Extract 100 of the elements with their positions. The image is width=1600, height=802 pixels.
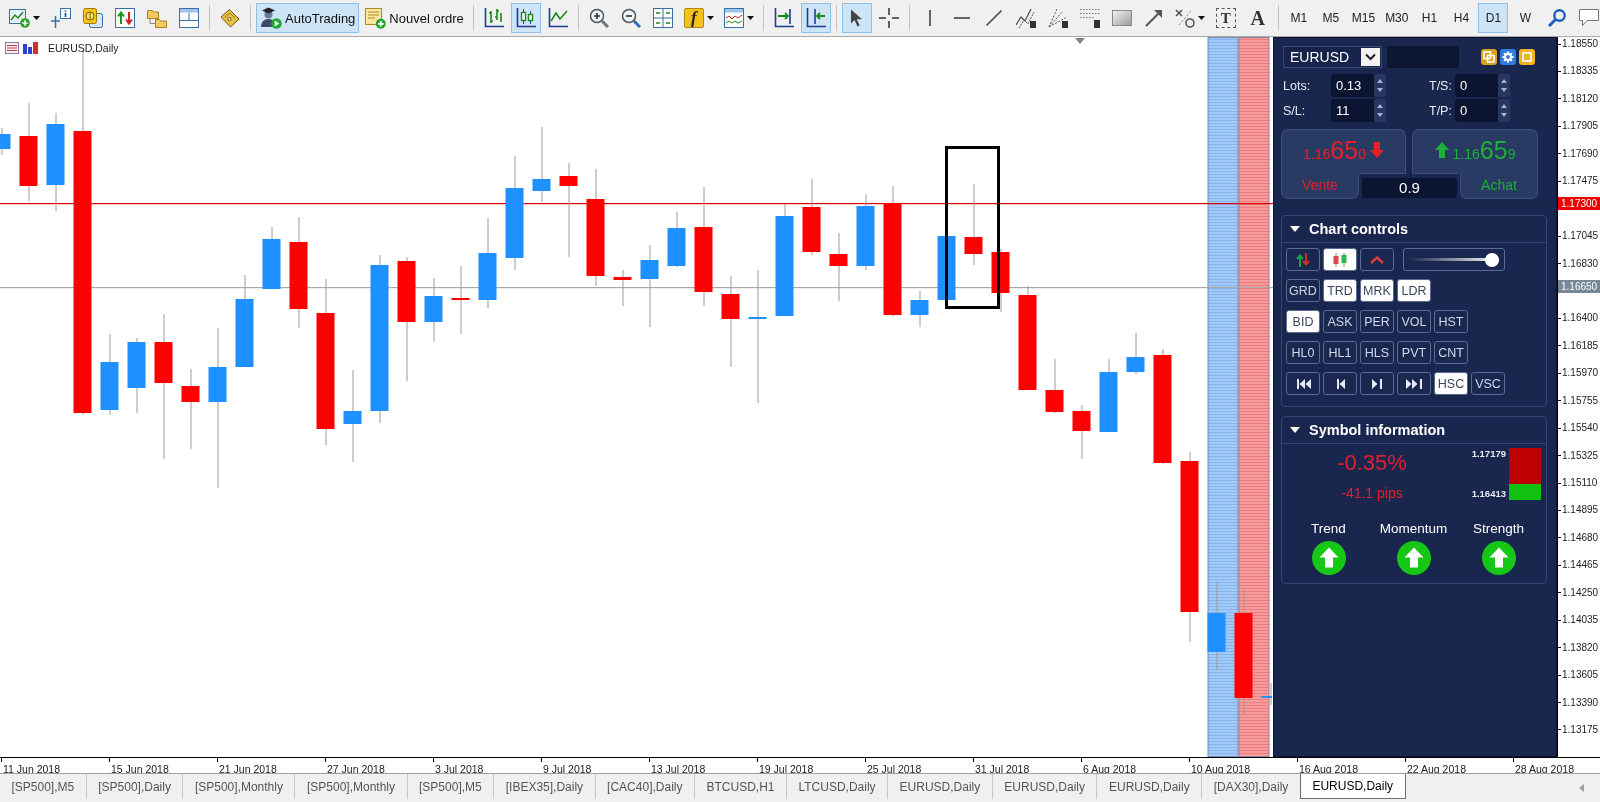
toggle-button[interactable]: VSC xyxy=(1471,372,1505,395)
timeframe-button[interactable]: M1 xyxy=(1283,3,1314,33)
toggle-button[interactable]: LDR xyxy=(1397,279,1431,302)
toggle-button[interactable]: PER xyxy=(1360,310,1394,333)
chart-tab[interactable]: [SP500],M5 xyxy=(0,774,87,799)
view-toggle-button[interactable] xyxy=(1360,248,1394,271)
stepper-icon[interactable] xyxy=(1498,74,1510,97)
slider-thumb[interactable] xyxy=(1485,252,1499,267)
timeframe-button[interactable]: M15 xyxy=(1347,3,1380,33)
toggle-button[interactable]: HL0 xyxy=(1286,341,1320,364)
cursor-button[interactable] xyxy=(841,3,872,33)
navigation-button[interactable] xyxy=(1360,372,1394,395)
toggle-button[interactable]: TRD xyxy=(1323,279,1357,302)
number-field[interactable]: 0 xyxy=(1455,99,1498,122)
bullish-candle xyxy=(1261,682,1272,706)
chart-tab[interactable]: EURUSD,Daily xyxy=(888,774,993,799)
chart-tab[interactable]: EURUSD,Daily xyxy=(992,774,1098,799)
indicators-button[interactable]: f xyxy=(679,3,718,33)
vertical-line-icon xyxy=(928,10,931,26)
timeframe-button[interactable]: D1 xyxy=(1478,3,1509,33)
symbol-select[interactable]: EURUSD xyxy=(1283,46,1382,68)
stepper-icon[interactable] xyxy=(1498,99,1510,122)
chart-tab[interactable]: BTCUSD,H1 xyxy=(694,774,787,799)
toggle-button[interactable]: BID xyxy=(1286,310,1320,333)
slider-track[interactable] xyxy=(1403,248,1505,271)
window-icon xyxy=(179,8,199,28)
chat-icon xyxy=(1579,9,1600,27)
auto-scroll-button[interactable] xyxy=(800,3,831,33)
section-header[interactable]: Symbol information xyxy=(1282,417,1546,444)
chart-tab[interactable]: [SP500],Monthly xyxy=(183,774,296,799)
fan-lines-icon xyxy=(1047,8,1068,28)
timeframe-button[interactable]: M5 xyxy=(1315,3,1346,33)
buy-label-tab[interactable]: Achat xyxy=(1460,174,1538,199)
price-label: 1.13175 xyxy=(1558,723,1600,736)
stepper-icon[interactable] xyxy=(1374,74,1386,97)
settings-icon[interactable] xyxy=(1500,49,1516,65)
buy-button[interactable]: 1.16659 xyxy=(1412,129,1538,174)
copy-icon[interactable] xyxy=(1481,49,1497,65)
number-field[interactable]: 0.13 xyxy=(1331,74,1374,97)
toggle-button[interactable]: CNT xyxy=(1434,341,1468,364)
timeframe-button[interactable]: H4 xyxy=(1446,3,1477,33)
price-level-marker: 1.17300 xyxy=(1558,196,1600,210)
chart-plus-icon xyxy=(9,8,30,28)
price-label: 1.18120 xyxy=(1558,92,1600,105)
new-order-button[interactable]: Nouvel ordre xyxy=(361,3,468,33)
chart-tab[interactable]: [SP500],Monthly xyxy=(295,774,408,799)
date-label: 25 Jul 2018 xyxy=(867,762,922,776)
spread-display: 0.9 xyxy=(1362,178,1457,198)
text-box-button[interactable]: T xyxy=(1210,3,1241,33)
caret-up-icon xyxy=(1370,255,1384,264)
timeframe-button[interactable]: H1 xyxy=(1414,3,1445,33)
navigation-button[interactable] xyxy=(1286,372,1320,395)
crosshair-info-icon xyxy=(51,8,71,28)
timeframe-button[interactable]: M30 xyxy=(1381,3,1413,33)
caret-down-icon xyxy=(1197,16,1205,20)
chart-tab[interactable]: EURUSD,Daily xyxy=(1299,774,1406,799)
chart-tab[interactable]: [SP500],M5 xyxy=(407,774,495,799)
chart-tab[interactable]: [CAC40],Daily xyxy=(595,774,695,799)
chart-tab[interactable]: LTCUSD,Daily xyxy=(787,774,889,799)
maximize-icon[interactable] xyxy=(1519,49,1535,65)
price-label: 1.13820 xyxy=(1558,641,1600,654)
number-field[interactable]: 0 xyxy=(1455,74,1498,97)
bearish-candle xyxy=(451,265,470,335)
tag-icon xyxy=(220,8,240,28)
date-label: 11 Jun 2018 xyxy=(3,762,61,776)
timeframe-button[interactable]: W xyxy=(1510,3,1541,33)
stepper-icon[interactable] xyxy=(1374,99,1386,122)
toggle-button[interactable]: ASK xyxy=(1323,310,1357,333)
autotrading-button[interactable]: AutoTrading xyxy=(256,3,360,33)
candlestick-button[interactable] xyxy=(510,3,541,33)
chevron-down-icon xyxy=(1361,48,1380,66)
chart-tab[interactable]: [SP500],Daily xyxy=(86,774,184,799)
date-label: 19 Jul 2018 xyxy=(759,762,814,776)
chart-tab[interactable]: [IBEX35],Daily xyxy=(494,774,596,799)
toggle-button[interactable]: HST xyxy=(1434,310,1468,333)
text-label-button[interactable]: A xyxy=(1242,3,1273,33)
navigation-button[interactable] xyxy=(1397,372,1431,395)
tile-windows-icon xyxy=(652,8,673,28)
price-label: 1.17690 xyxy=(1558,147,1600,160)
view-toggle-button[interactable] xyxy=(1286,248,1320,271)
navigation-button[interactable] xyxy=(1323,372,1357,395)
toggle-button[interactable]: HSC xyxy=(1434,372,1468,395)
folders-icon xyxy=(147,8,167,28)
section-header[interactable]: Chart controls xyxy=(1282,216,1546,243)
range-high: 1.17179 xyxy=(1471,448,1506,460)
toggle-button[interactable]: VOL xyxy=(1397,310,1431,333)
bearish-candle xyxy=(613,269,632,307)
toggle-button[interactable]: GRD xyxy=(1286,279,1320,302)
text-field[interactable] xyxy=(1387,46,1459,68)
toggle-button[interactable]: HL1 xyxy=(1323,341,1357,364)
toggle-button[interactable]: MRK xyxy=(1360,279,1394,302)
view-toggle-button[interactable] xyxy=(1323,248,1357,271)
price-label: 1.15325 xyxy=(1558,449,1600,462)
chart-tab[interactable]: EURUSD,Daily xyxy=(1097,774,1203,799)
number-field[interactable]: 11 xyxy=(1331,99,1374,122)
bar-chart-icon xyxy=(483,8,504,28)
toggle-button[interactable]: HLS xyxy=(1360,341,1394,364)
toggle-button[interactable]: PVT xyxy=(1397,341,1431,364)
date-label: 13 Jul 2018 xyxy=(651,762,706,776)
bullish-candle xyxy=(667,211,686,268)
